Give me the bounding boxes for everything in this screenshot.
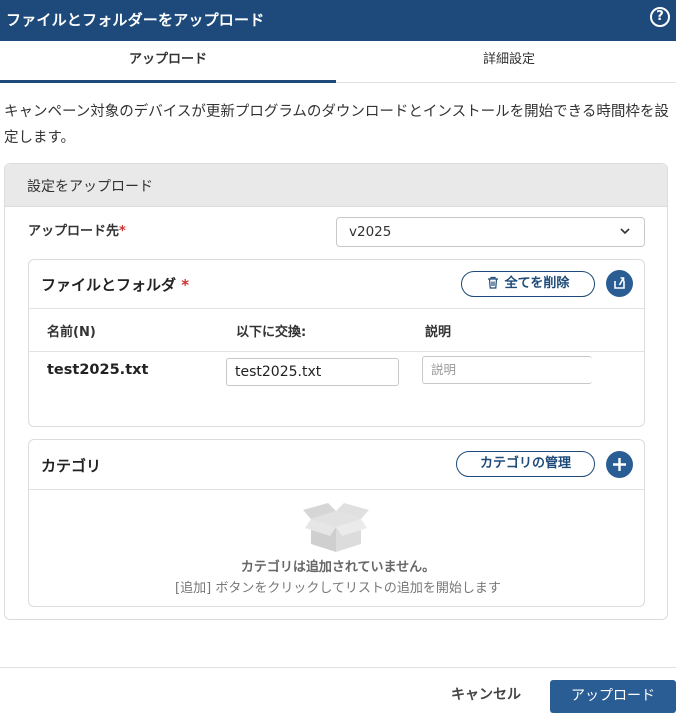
trash-icon [487,276,498,289]
empty-state-hint: [追加] ボタンをクリックしてリストの追加を開始します [175,581,501,596]
panel-title: 設定をアップロード [27,179,153,195]
column-header-description: 説明 [425,325,452,340]
help-icon[interactable]: ? [650,7,670,27]
description-input[interactable]: 説明 [422,356,592,384]
tab-advanced-settings[interactable]: 詳細設定 [342,41,676,83]
chevron-down-icon [620,228,630,235]
empty-state-title: カテゴリは追加されていません。 [240,560,436,575]
destination-label: アップロード先* [28,224,126,239]
column-header-name: 名前(N) [47,325,96,340]
delete-all-button[interactable]: 全てを削除 [461,271,595,297]
required-mark: * [119,224,126,239]
title-bar: ファイルとフォルダーをアップロード ? [0,0,676,41]
description-text: キャンペーン対象のデバイスが更新プログラムのダウンロードとインストールを開始でき… [4,104,669,146]
divider [29,489,644,490]
plus-icon [613,458,626,471]
add-category-button[interactable] [606,451,633,478]
cancel-button[interactable]: キャンセル [440,681,532,711]
tab-bar: アップロード 詳細設定 [0,41,676,83]
panel-header: 設定をアップロード [5,164,667,207]
files-card-title: ファイルとフォルダ * [41,276,190,294]
upload-button[interactable]: アップロード [550,680,676,713]
destination-value: v2025 [349,224,392,240]
empty-box-icon [303,503,369,552]
tab-upload[interactable]: アップロード [0,41,336,83]
upload-icon [614,277,625,289]
column-header-replace: 以下に交換: [236,325,307,340]
manage-categories-button[interactable]: カテゴリの管理 [456,451,595,477]
import-button[interactable] [606,270,633,297]
destination-select[interactable]: v2025 [336,217,645,247]
replace-with-input[interactable]: test2025.txt [226,358,399,386]
divider [29,351,644,352]
dialog-title: ファイルとフォルダーをアップロード [6,11,265,29]
footer-divider [0,667,676,668]
file-name: test2025.txt [47,362,149,378]
categories-card-title: カテゴリ [41,457,102,475]
divider [29,308,644,309]
